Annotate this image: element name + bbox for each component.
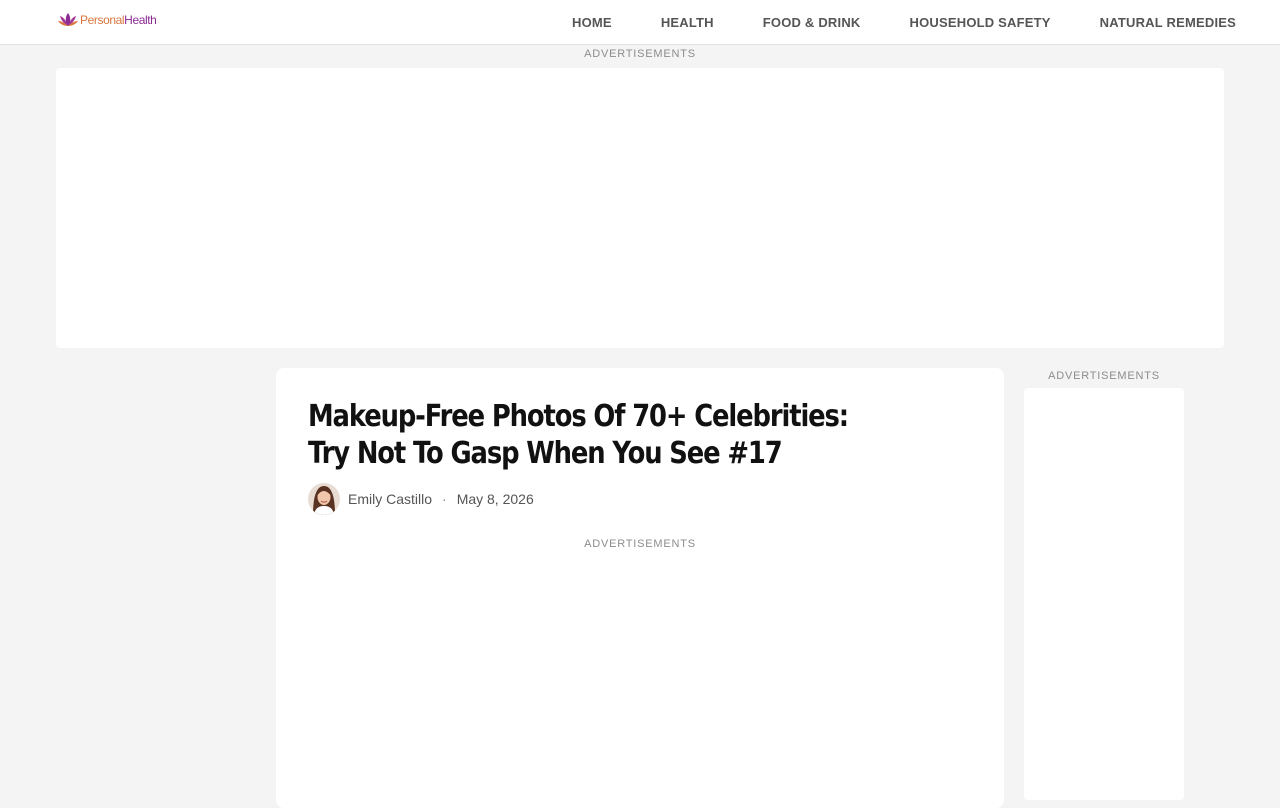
author-name[interactable]: Emily Castillo [348, 491, 432, 507]
article-card: Makeup-Free Photos Of 70+ Celebrities: T… [276, 368, 1004, 808]
article-meta: Emily Castillo · May 8, 2026 [308, 482, 534, 516]
main-nav: HOME HEALTH FOOD & DRINK HOUSEHOLD SAFET… [572, 0, 1236, 45]
site-header: PersonalHealth HOME HEALTH FOOD & DRINK … [0, 0, 1280, 45]
inline-ad-label: ADVERTISEMENTS [584, 538, 696, 550]
nav-item-food-drink[interactable]: FOOD & DRINK [763, 15, 861, 30]
nav-item-natural-remedies[interactable]: NATURAL REMEDIES [1100, 15, 1236, 30]
author-avatar[interactable] [308, 483, 340, 515]
article-title: Makeup-Free Photos Of 70+ Celebrities: T… [308, 399, 849, 471]
author-avatar-portrait-icon [308, 483, 340, 515]
publish-date: May 8, 2026 [456, 491, 534, 507]
sidebar-ad-slot[interactable] [1024, 388, 1184, 800]
nav-item-household-safety[interactable]: HOUSEHOLD SAFETY [910, 15, 1051, 30]
lotus-logo-icon [58, 13, 78, 26]
top-ad-slot[interactable] [56, 68, 1224, 348]
nav-item-health[interactable]: HEALTH [661, 15, 714, 30]
site-logo-text: PersonalHealth [80, 13, 157, 27]
nav-item-home[interactable]: HOME [572, 15, 612, 30]
logo-word-personal: Personal [80, 13, 125, 27]
site-logo[interactable]: PersonalHealth [57, 10, 157, 30]
logo-word-health: Health [124, 13, 157, 27]
top-ad-label: ADVERTISEMENTS [584, 48, 696, 60]
meta-separator: · [442, 491, 447, 507]
sidebar-ad-label: ADVERTISEMENTS [1048, 370, 1160, 382]
